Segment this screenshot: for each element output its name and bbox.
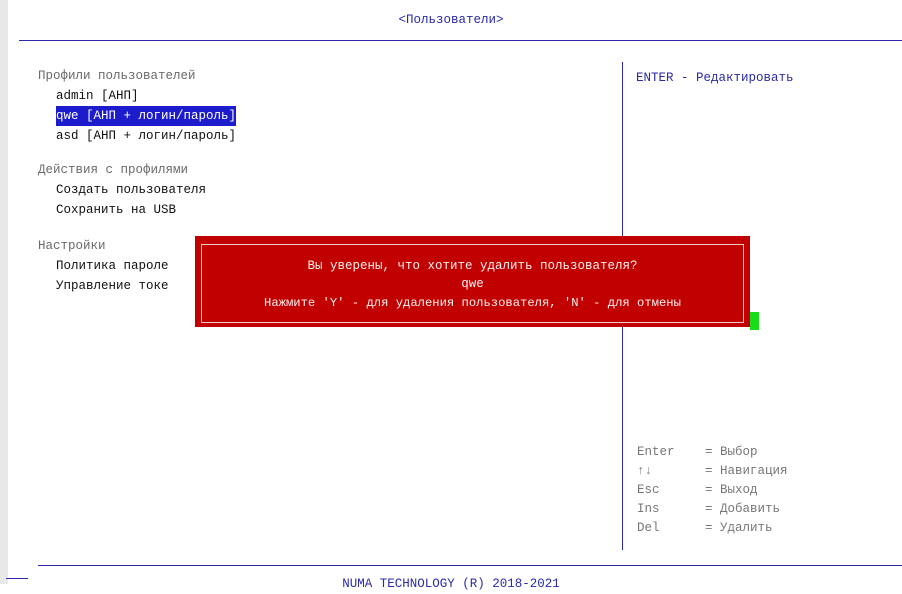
dialog-username: qwe bbox=[461, 277, 484, 291]
save-to-usb-action[interactable]: Сохранить на USB bbox=[56, 200, 176, 220]
dialog-instructions: Нажмите 'Y' - для удаления пользователя,… bbox=[264, 296, 681, 310]
dialog-frame: Вы уверены, что хотите удалить пользоват… bbox=[201, 244, 744, 323]
key-enter-desc: = Выбор bbox=[705, 445, 758, 459]
key-arrows-desc: = Навигация bbox=[705, 464, 788, 478]
top-divider bbox=[19, 40, 902, 41]
key-esc-desc: = Выход bbox=[705, 483, 758, 497]
footer-copyright: NUMA TECHNOLOGY (R) 2018-2021 bbox=[342, 577, 560, 591]
settings-heading: Настройки bbox=[38, 239, 106, 253]
text-cursor bbox=[750, 312, 759, 330]
token-management-item[interactable]: Управление токе bbox=[56, 276, 169, 296]
key-enter: Enter bbox=[637, 445, 675, 459]
profiles-heading: Профили пользователей bbox=[38, 69, 196, 83]
bottom-divider bbox=[38, 565, 902, 566]
create-user-action[interactable]: Создать пользователя bbox=[56, 180, 206, 200]
key-del: Del bbox=[637, 521, 660, 535]
key-ins: Ins bbox=[637, 502, 660, 516]
key-ins-desc: = Добавить bbox=[705, 502, 781, 516]
dialog-question: Вы уверены, что хотите удалить пользоват… bbox=[307, 259, 638, 273]
delete-confirm-dialog[interactable]: Вы уверены, что хотите удалить пользоват… bbox=[195, 236, 750, 327]
profile-item-qwe[interactable]: qwe [АНП + логин/пароль] bbox=[56, 106, 237, 126]
key-esc: Esc bbox=[637, 483, 660, 497]
actions-heading: Действия с профилями bbox=[38, 163, 189, 177]
password-policy-item[interactable]: Политика пароле bbox=[56, 256, 169, 276]
key-del-desc: = Удалить bbox=[705, 521, 773, 535]
profile-item-asd[interactable]: asd [АНП + логин/пароль] bbox=[56, 126, 236, 146]
screen-title: <Пользователи> bbox=[398, 13, 504, 27]
edit-hint: ENTER - Редактировать bbox=[636, 71, 794, 85]
profile-item-admin[interactable]: admin [АНП] bbox=[56, 86, 139, 106]
key-arrows: ↑↓ bbox=[637, 464, 653, 478]
window-left-border bbox=[0, 0, 8, 584]
